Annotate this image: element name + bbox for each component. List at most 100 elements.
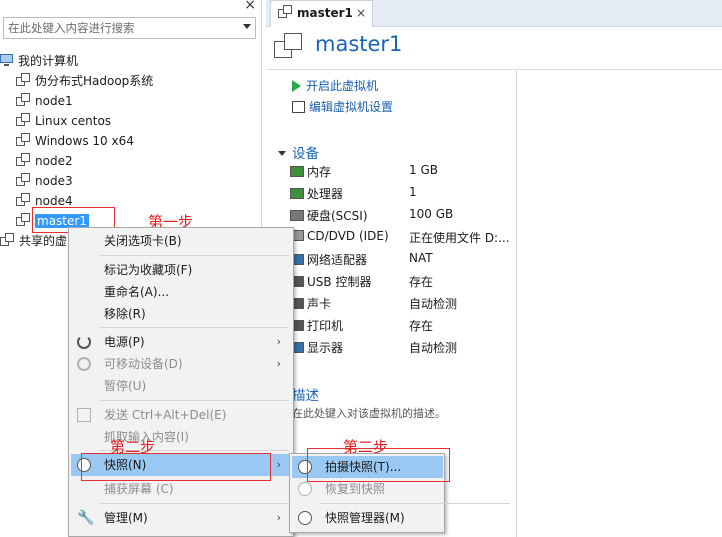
device-value: NAT <box>409 251 433 265</box>
device-value: 正在使用文件 D:... <box>409 231 510 245</box>
menu-item-pause[interactable]: 暂停(U) <box>71 375 291 397</box>
submenu-arrow-icon: › <box>276 335 281 348</box>
menu-separator <box>99 327 289 328</box>
tree-item-label: node3 <box>35 174 73 188</box>
device-name: 处理器 <box>290 185 343 202</box>
vm-icon <box>16 193 31 207</box>
device-name: 硬盘(SCSI) <box>290 207 368 224</box>
harddisk-icon <box>290 210 304 221</box>
tab-close-icon[interactable]: × <box>356 1 366 26</box>
menu-item-rename[interactable]: 重命名(A)... <box>71 281 291 303</box>
device-value: 1 <box>409 185 417 199</box>
tree-item-vm[interactable]: node2 <box>16 152 73 171</box>
vm-title: master1 <box>315 32 403 56</box>
library-search-box[interactable] <box>3 17 256 39</box>
submenu-arrow-icon: › <box>276 458 281 471</box>
tree-item-label: 我的计算机 <box>18 54 79 68</box>
menu-separator <box>99 400 289 401</box>
collapse-icon <box>278 151 286 156</box>
device-name: 声卡 <box>290 295 331 312</box>
menu-item-grab-input[interactable]: 抓取输入内容(I) <box>71 426 291 448</box>
chevron-down-icon[interactable] <box>243 24 251 29</box>
device-name: USB 控制器 <box>290 273 371 290</box>
play-icon <box>292 80 301 92</box>
keyboard-icon <box>77 408 91 422</box>
tree-item-label: node4 <box>35 194 73 208</box>
divider <box>516 70 517 537</box>
tree-item-vm[interactable]: node1 <box>16 92 73 111</box>
menu-item-close-tab[interactable]: 关闭选项卡(B) <box>71 230 291 252</box>
step3-annotation: 第二步 <box>343 438 389 456</box>
device-row[interactable]: 内存 1 GB <box>290 163 520 183</box>
description-section-header[interactable]: 描述 <box>292 384 319 404</box>
tree-item-label: 共享的虚 <box>19 234 68 248</box>
vm-icon <box>16 93 31 107</box>
device-row[interactable]: 硬盘(SCSI) 100 GB <box>290 207 520 227</box>
submenu-arrow-icon: › <box>276 357 281 370</box>
power-icon <box>77 335 91 349</box>
tree-item-vm[interactable]: node3 <box>16 172 73 191</box>
power-on-link[interactable]: 开启此虚拟机 <box>292 77 378 94</box>
tab-bar: master1 × <box>266 0 722 27</box>
vm-icon <box>16 213 31 227</box>
tree-item-label: Linux centos <box>35 114 112 128</box>
description-field[interactable]: 在此处键入对该虚拟机的描述。 <box>292 405 446 421</box>
menu-separator <box>320 503 510 504</box>
tree-item-shared[interactable]: 共享的虚 <box>0 232 67 251</box>
menu-item-capture-screen[interactable]: 捕获屏幕 (C) <box>71 478 291 500</box>
removable-device-icon <box>77 357 91 371</box>
library-search-input[interactable] <box>4 18 232 38</box>
device-row[interactable]: CD/DVD (IDE) 正在使用文件 D:... <box>290 229 520 249</box>
device-name: 内存 <box>290 163 331 180</box>
library-close-icon[interactable]: × <box>244 0 256 13</box>
menu-item-snapshot-manager[interactable]: 快照管理器(M) <box>292 507 443 529</box>
menu-item-removable-devices[interactable]: 可移动设备(D) › <box>71 353 291 375</box>
tree-item-vm[interactable]: 伪分布式Hadoop系统 <box>16 72 153 91</box>
vm-large-icon <box>274 33 306 59</box>
device-row[interactable]: 声卡 自动检测 <box>290 295 520 315</box>
device-name: CD/DVD (IDE) <box>290 229 389 243</box>
shared-vm-icon <box>0 233 15 247</box>
devices-section-header[interactable]: 设备 <box>278 142 319 162</box>
computer-icon <box>0 54 14 67</box>
menu-item-manage[interactable]: 🔧 管理(M) › <box>71 507 291 529</box>
vm-icon <box>16 153 31 167</box>
processor-icon <box>290 188 304 199</box>
menu-separator <box>99 255 289 256</box>
device-row[interactable]: 显示器 自动检测 <box>290 339 520 359</box>
tree-item-label: node1 <box>35 94 73 108</box>
tree-item-my-computer[interactable]: 我的计算机 <box>0 52 78 71</box>
tab-label: master1 <box>297 6 353 20</box>
submenu-arrow-icon: › <box>276 511 281 524</box>
device-row[interactable]: 网络适配器 NAT <box>290 251 520 271</box>
menu-item-remove[interactable]: 移除(R) <box>71 303 291 325</box>
tree-item-label: Windows 10 x64 <box>35 134 134 148</box>
step2-highlight-box <box>81 453 271 481</box>
tab-master1[interactable]: master1 × <box>270 0 373 27</box>
device-value: 自动检测 <box>409 341 458 355</box>
device-row[interactable]: USB 控制器 存在 <box>290 273 520 293</box>
vm-icon <box>278 5 293 19</box>
device-value: 存在 <box>409 319 434 333</box>
vm-icon <box>16 113 31 127</box>
device-row[interactable]: 打印机 存在 <box>290 317 520 337</box>
edit-settings-link[interactable]: 编辑虚拟机设置 <box>292 98 393 115</box>
device-value: 存在 <box>409 275 434 289</box>
wrench-icon: 🔧 <box>77 510 95 526</box>
tree-item-vm[interactable]: Linux centos <box>16 112 111 131</box>
edit-settings-icon <box>292 101 305 113</box>
context-menu: 关闭选项卡(B) 标记为收藏项(F) 重命名(A)... 移除(R) 电源(P)… <box>68 227 294 537</box>
device-name: 显示器 <box>290 339 343 356</box>
device-value: 1 GB <box>409 163 438 177</box>
revert-snapshot-icon <box>298 482 312 496</box>
vm-icon <box>16 133 31 147</box>
device-value: 自动检测 <box>409 297 458 311</box>
tree-item-vm[interactable]: Windows 10 x64 <box>16 132 134 151</box>
device-row[interactable]: 处理器 1 <box>290 185 520 205</box>
menu-item-mark-favorite[interactable]: 标记为收藏项(F) <box>71 259 291 281</box>
menu-item-power[interactable]: 电源(P) › <box>71 331 291 353</box>
menu-item-send-ctrl-alt-del[interactable]: 发送 Ctrl+Alt+Del(E) <box>71 404 291 426</box>
divider <box>266 69 722 70</box>
memory-icon <box>290 166 304 177</box>
menu-separator <box>99 503 289 504</box>
